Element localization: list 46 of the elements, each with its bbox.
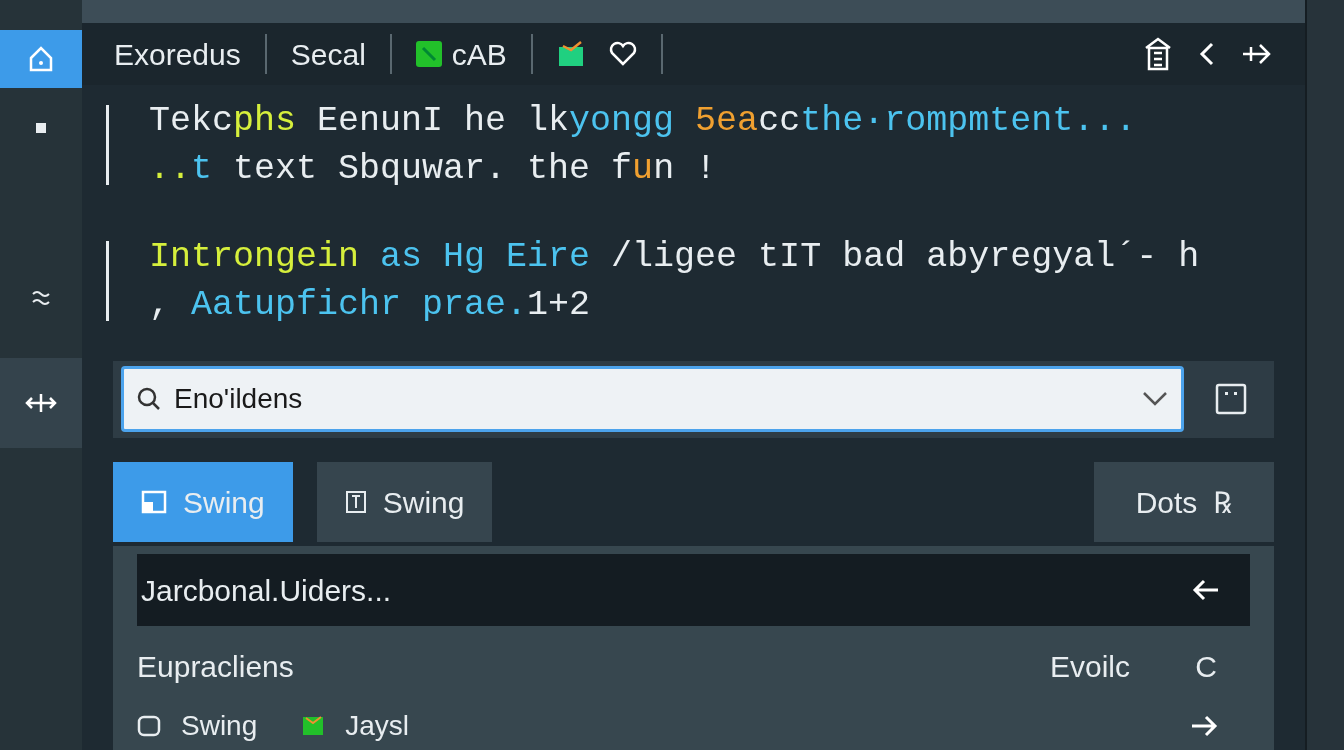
row-label: Jarcbonal.Uiders...	[141, 572, 392, 609]
row-icon: C	[1195, 643, 1217, 689]
list-row[interactable]: Jarcbonal.Uiders...	[137, 554, 1250, 626]
square-icon	[1215, 383, 1247, 416]
code-token: /ligee tIT bad abyregyal´- h	[610, 236, 1200, 277]
toolbar-label[interactable]: Secal	[290, 31, 366, 77]
window-icon	[141, 490, 167, 514]
code-token: Aatupfichr	[191, 284, 403, 325]
code-token: Tekc	[149, 100, 233, 141]
code-token: tent...	[989, 100, 1137, 141]
code-token: 1+2	[527, 284, 591, 325]
tab[interactable]: Swing	[316, 462, 493, 542]
square-icon	[415, 41, 442, 67]
code-token: Introngein	[149, 236, 360, 277]
code-token: 5ea	[694, 100, 759, 141]
code-token: text Sbquwar. the f	[232, 148, 633, 189]
toolbar-label[interactable]: Exoredus	[114, 31, 241, 77]
box-icon	[556, 40, 585, 68]
search-field[interactable]: Eno'ildens	[121, 366, 1184, 433]
list-row[interactable]: Eupracliens Evoilc C	[137, 630, 1250, 702]
row-label: Eupracliens	[137, 648, 294, 685]
move-icon	[25, 391, 57, 415]
code-token: ,	[149, 284, 171, 325]
heart-icon[interactable]	[608, 41, 637, 67]
code-token: n !	[653, 148, 717, 189]
back-arrow-icon[interactable]	[1192, 578, 1220, 602]
building-icon[interactable]	[1143, 36, 1173, 72]
text-icon	[344, 490, 367, 514]
footer-item[interactable]: Swing	[181, 705, 258, 747]
code-token: yongg	[569, 100, 675, 141]
code-token: as Hg Eire	[379, 236, 591, 277]
toolbar-label[interactable]: cAB	[451, 31, 507, 77]
dots-button[interactable]: Dots ℞	[1094, 462, 1274, 542]
code-token: prae.	[422, 284, 528, 325]
forward-arrow-icon[interactable]	[1190, 714, 1218, 738]
code-token: u	[632, 148, 654, 189]
box-icon	[301, 715, 326, 737]
code-token: ..	[149, 148, 191, 189]
code-token: t	[191, 148, 213, 189]
code-token: cc	[758, 100, 801, 141]
code-token: EenunI he lk	[316, 100, 570, 141]
row-value: Evoilc	[1049, 648, 1130, 685]
code-token: phs	[233, 100, 297, 141]
code-token: the·rompm	[800, 100, 990, 141]
footer-item[interactable]: Jaysl	[345, 705, 410, 747]
square-icon	[34, 121, 48, 135]
